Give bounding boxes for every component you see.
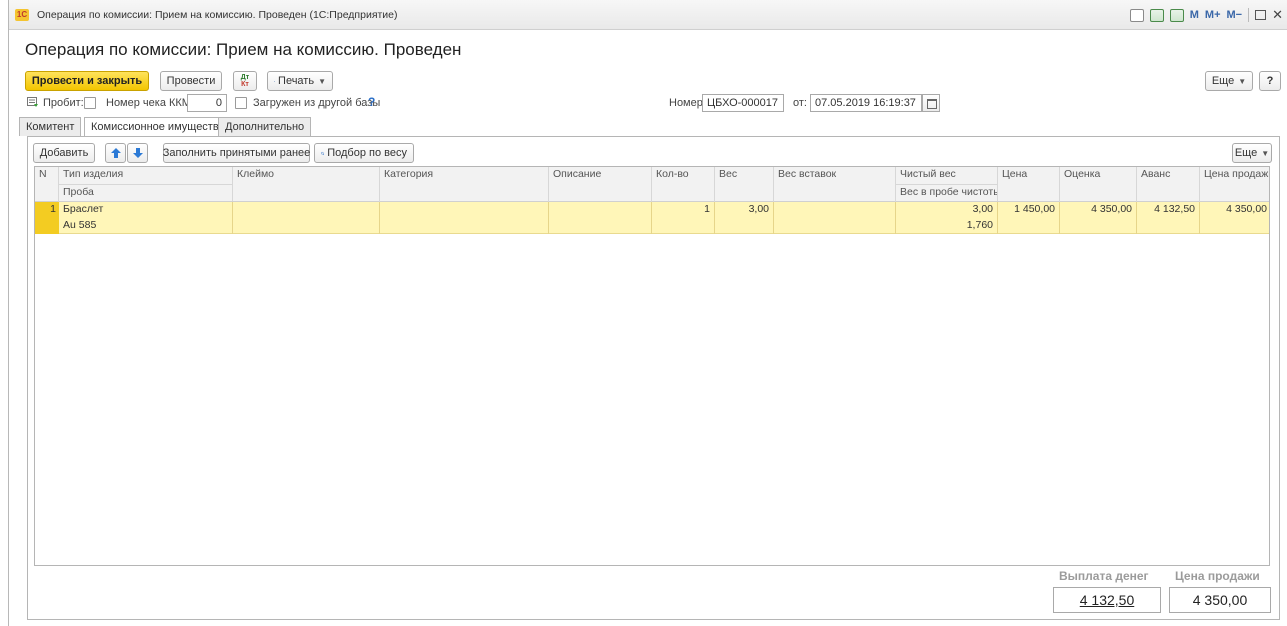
post-and-close-label: Провести и закрыть bbox=[31, 75, 143, 87]
cell-proba[interactable]: Au 585 bbox=[59, 218, 233, 234]
kkm-number-field[interactable]: 0 bbox=[187, 94, 227, 112]
col-net-weight-pure[interactable]: Вес в пробе чистоты bbox=[896, 184, 998, 201]
table-more-button[interactable]: Еще ▼ bbox=[1232, 143, 1272, 163]
chevron-down-icon: ▼ bbox=[318, 76, 326, 86]
col-estimate[interactable]: Оценка bbox=[1060, 167, 1137, 202]
col-net-weight[interactable]: Чистый вес bbox=[896, 167, 998, 184]
help-icon[interactable]: ? bbox=[368, 95, 375, 109]
print-label: Печать bbox=[278, 75, 315, 87]
probit-label: Пробит: bbox=[43, 97, 84, 109]
memory-button[interactable]: M bbox=[1190, 9, 1199, 21]
kkm-label: Номер чека ККМ: bbox=[106, 97, 195, 109]
add-row-label: Добавить bbox=[39, 147, 89, 159]
memory-plus-button[interactable]: M+ bbox=[1205, 9, 1221, 21]
cell-description[interactable] bbox=[549, 202, 652, 234]
col-type[interactable]: Тип изделия bbox=[59, 167, 233, 184]
col-sale-price[interactable]: Цена продажи bbox=[1200, 167, 1269, 202]
number-field[interactable]: ЦБХО-000017 bbox=[702, 94, 784, 112]
tab-commission-property[interactable]: Комиссионное имущество bbox=[84, 117, 232, 137]
cell-insert-weight[interactable] bbox=[774, 202, 896, 234]
col-category[interactable]: Категория bbox=[380, 167, 549, 202]
date-field[interactable]: 07.05.2019 16:19:37 bbox=[810, 94, 922, 112]
loaded-checkbox[interactable] bbox=[235, 97, 247, 109]
cell-weight[interactable]: 3,00 bbox=[715, 202, 774, 234]
search-icon bbox=[321, 151, 325, 155]
fill-label: Заполнить принятыми ранее bbox=[162, 147, 311, 159]
memory-minus-button[interactable]: M− bbox=[1227, 9, 1243, 21]
title-bar: 1С Операция по комиссии: Прием на комисс… bbox=[9, 0, 1287, 30]
dt-kt-icon: Дт Кт bbox=[240, 74, 250, 88]
probit-document-icon bbox=[27, 97, 38, 107]
fill-previously-accepted-button[interactable]: Заполнить принятыми ранее bbox=[163, 143, 310, 163]
more-button[interactable]: Еще ▼ bbox=[1205, 71, 1253, 91]
probit-checkbox[interactable] bbox=[84, 97, 96, 109]
select-by-weight-button[interactable]: Подбор по весу bbox=[314, 143, 414, 163]
cell-type[interactable]: Браслет bbox=[59, 202, 233, 218]
help-button[interactable]: ? bbox=[1259, 71, 1281, 91]
number-label: Номер: bbox=[669, 97, 706, 109]
payout-label: Выплата денег bbox=[1059, 569, 1149, 583]
print-button[interactable]: Печать ▼ bbox=[267, 71, 333, 91]
print-preview-icon[interactable] bbox=[1129, 8, 1144, 22]
post-label: Провести bbox=[166, 75, 216, 87]
col-n[interactable]: N bbox=[35, 167, 59, 202]
tab-komitent[interactable]: Комитент bbox=[19, 117, 82, 136]
app-window: 1С Операция по комиссии: Прием на комисс… bbox=[8, 0, 1287, 626]
col-insert-weight[interactable]: Вес вставок bbox=[774, 167, 896, 202]
col-weight[interactable]: Вес bbox=[715, 167, 774, 202]
move-up-button[interactable] bbox=[105, 143, 126, 163]
arrow-up-icon bbox=[110, 148, 121, 158]
table-row[interactable]: 1 Браслет Au 585 1 3,00 3,00 1,760 1 450… bbox=[35, 202, 1269, 234]
col-description[interactable]: Описание bbox=[549, 167, 652, 202]
table-more-label: Еще bbox=[1234, 147, 1258, 159]
chevron-down-icon: ▼ bbox=[1238, 76, 1247, 86]
maximize-icon[interactable] bbox=[1255, 10, 1267, 20]
col-advance[interactable]: Аванс bbox=[1137, 167, 1200, 202]
items-table[interactable]: N Тип изделия Проба Клеймо Категория Опи… bbox=[34, 166, 1270, 566]
page-title: Операция по комиссии: Прием на комиссию.… bbox=[25, 40, 462, 59]
title-tools: M M+ M− ✕ bbox=[1129, 6, 1283, 24]
col-price[interactable]: Цена bbox=[998, 167, 1060, 202]
cell-advance[interactable]: 4 132,50 bbox=[1137, 202, 1200, 234]
table-header: N Тип изделия Проба Клеймо Категория Опи… bbox=[35, 167, 1269, 202]
cell-qty[interactable]: 1 bbox=[652, 202, 715, 234]
cell-estimate[interactable]: 4 350,00 bbox=[1060, 202, 1137, 234]
calendar-picker-icon[interactable] bbox=[922, 94, 940, 112]
col-proba[interactable]: Проба bbox=[59, 184, 233, 201]
sale-price-total-label: Цена продажи bbox=[1175, 569, 1260, 583]
arrow-down-icon bbox=[132, 148, 143, 158]
cell-price[interactable]: 1 450,00 bbox=[998, 202, 1060, 234]
post-button[interactable]: Провести bbox=[160, 71, 222, 91]
calendar-icon[interactable] bbox=[1169, 8, 1184, 22]
move-down-button[interactable] bbox=[127, 143, 148, 163]
help-label: ? bbox=[1266, 75, 1274, 87]
select-by-weight-label: Подбор по весу bbox=[327, 147, 407, 159]
col-qty[interactable]: Кол-во bbox=[652, 167, 715, 202]
close-icon[interactable]: ✕ bbox=[1272, 8, 1283, 22]
date-label: от: bbox=[793, 97, 807, 109]
cell-net-weight-pure[interactable]: 1,760 bbox=[896, 218, 998, 234]
loaded-label: Загружен из другой базы bbox=[253, 97, 381, 109]
sale-price-total-value: 4 350,00 bbox=[1169, 587, 1271, 613]
app-logo-icon: 1С bbox=[15, 9, 29, 21]
row-number: 1 bbox=[35, 202, 59, 234]
cell-sale-price[interactable]: 4 350,00 bbox=[1200, 202, 1269, 234]
col-mark[interactable]: Клеймо bbox=[233, 167, 380, 202]
cell-mark[interactable] bbox=[233, 202, 380, 234]
post-and-close-button[interactable]: Провести и закрыть bbox=[25, 71, 149, 91]
more-label: Еще bbox=[1211, 75, 1235, 87]
chevron-down-icon: ▼ bbox=[1261, 148, 1270, 158]
tab-additional[interactable]: Дополнительно bbox=[218, 117, 312, 136]
cell-category[interactable] bbox=[380, 202, 549, 234]
printer-icon bbox=[274, 80, 275, 82]
calculator-icon[interactable] bbox=[1149, 8, 1164, 22]
payout-value[interactable]: 4 132,50 bbox=[1053, 587, 1161, 613]
add-row-button[interactable]: Добавить bbox=[33, 143, 95, 163]
cell-net-weight[interactable]: 3,00 bbox=[896, 202, 998, 218]
divider bbox=[1248, 8, 1250, 22]
accounting-entries-button[interactable]: Дт Кт bbox=[233, 71, 257, 91]
window-title: Операция по комиссии: Прием на комиссию.… bbox=[37, 9, 398, 21]
